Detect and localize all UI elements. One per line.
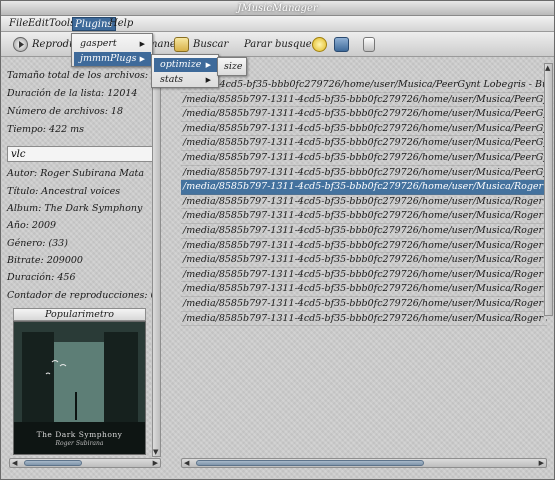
list-item[interactable]: /media/8585b797-1311-4cd5-bf35-bbb0fc279… xyxy=(181,224,547,239)
jmmmplugs-submenu: optimize ▶ stats ▶ xyxy=(151,54,219,88)
file-list: 7-1311-4cd5-bf35-bbb0fc279726/home/user/… xyxy=(181,78,547,458)
folder-search-icon[interactable] xyxy=(174,37,189,52)
album-art-title: The Dark Symphony xyxy=(36,430,123,439)
file-count-label: Número de archivos: 18 xyxy=(7,106,124,117)
menu-help[interactable]: Help xyxy=(107,17,135,31)
menu-item-optimize-label: optimize xyxy=(160,59,202,70)
time-label: Tiempo: 422 ms xyxy=(7,124,85,135)
title-label: Título: Ancestral voices xyxy=(7,186,121,197)
menu-item-gaspert-label: gaspert xyxy=(80,38,117,49)
window-title: JMusicManager xyxy=(1,1,554,16)
album-art-artist: Roger Subirana xyxy=(55,440,104,447)
menu-item-jmmmplugs-label: jmmmPlugs xyxy=(80,53,137,64)
stop-search-button[interactable]: Parar busque... xyxy=(244,36,321,53)
left-vertical-scrollbar[interactable]: ▲ ▼ xyxy=(152,70,161,457)
list-item[interactable]: 7-1311-4cd5-bf35-bbb0fc279726/home/user/… xyxy=(181,78,547,93)
list-item-selected[interactable]: /media/8585b797-1311-4cd5-bf35-bbb0fc279… xyxy=(181,180,547,195)
list-item[interactable]: /media/8585b797-1311-4cd5-bf35-bbb0fc279… xyxy=(181,151,547,166)
menu-item-stats[interactable]: stats ▶ xyxy=(154,73,217,87)
menu-item-size[interactable]: size xyxy=(219,60,245,74)
list-item[interactable]: /media/8585b797-1311-4cd5-bf35-bbb0fc279… xyxy=(181,136,547,151)
right-horizontal-scrollbar[interactable]: ◀ ▶ xyxy=(181,458,547,468)
search-input[interactable] xyxy=(7,146,159,162)
submenu-arrow-icon: ▶ xyxy=(139,55,145,63)
monitor-icon[interactable] xyxy=(334,37,349,52)
popularimetro-header[interactable]: Popularimetro xyxy=(13,308,146,321)
list-item[interactable]: /media/8585b797-1311-4cd5-bf35-bbb0fc279… xyxy=(181,122,547,137)
document-icon[interactable] xyxy=(363,37,375,52)
scroll-down-icon[interactable]: ▼ xyxy=(153,448,158,456)
right-hscroll-thumb[interactable] xyxy=(196,460,424,466)
menu-item-stats-label: stats xyxy=(160,74,184,85)
play-icon[interactable] xyxy=(13,37,28,52)
list-item[interactable]: /media/8585b797-1311-4cd5-bf35-bbb0fc279… xyxy=(181,297,547,312)
menu-item-jmmmplugs[interactable]: jmmmPlugs ▶ xyxy=(74,52,151,66)
submenu-arrow-icon: ▶ xyxy=(139,40,145,48)
right-vertical-scrollbar[interactable]: ▲ xyxy=(544,63,553,316)
main-window: JMusicManager File Edit Tools Plugins He… xyxy=(0,0,555,480)
list-item[interactable]: /media/8585b797-1311-4cd5-bf35-bbb0fc279… xyxy=(181,209,547,224)
optimize-submenu: size xyxy=(217,57,247,76)
duration-label: Duración: 456 xyxy=(7,272,76,283)
sun-icon[interactable] xyxy=(312,37,327,52)
splitter[interactable] xyxy=(168,59,176,471)
list-item[interactable]: /media/8585b797-1311-4cd5-bf35-bbb0fc279… xyxy=(181,239,547,254)
plugins-menu: gaspert ▶ jmmmPlugs ▶ xyxy=(71,33,153,67)
author-label: Autor: Roger Subirana Mata xyxy=(7,168,145,179)
list-item[interactable]: /media/8585b797-1311-4cd5-bf35-bbb0fc279… xyxy=(181,107,547,122)
search-button[interactable]: Buscar xyxy=(193,36,228,53)
bitrate-label: Bitrate: 209000 xyxy=(7,255,83,266)
list-item[interactable]: /media/8585b797-1311-4cd5-bf35-bbb0fc279… xyxy=(181,282,547,297)
menu-item-optimize[interactable]: optimize ▶ xyxy=(154,58,217,72)
list-item[interactable]: /media/8585b797-1311-4cd5-bf35-bbb0fc279… xyxy=(181,312,547,327)
scroll-right-icon[interactable]: ▶ xyxy=(539,459,544,467)
submenu-arrow-icon: ▶ xyxy=(205,76,211,84)
left-horizontal-scrollbar[interactable]: ◀ ▶ xyxy=(9,458,161,468)
year-label: Año: 2009 xyxy=(7,220,57,231)
list-item[interactable]: /media/8585b797-1311-4cd5-bf35-bbb0fc279… xyxy=(181,195,547,210)
list-item[interactable]: /media/8585b797-1311-4cd5-bf35-bbb0fc279… xyxy=(181,268,547,283)
album-label: Album: The Dark Symphony xyxy=(7,203,143,214)
play-count-label: Contador de reproducciones: 0 xyxy=(7,290,157,301)
scroll-left-icon[interactable]: ◀ xyxy=(184,459,189,467)
list-duration-label: Duración de la lista: 12014 xyxy=(7,88,138,99)
left-hscroll-thumb[interactable] xyxy=(24,460,82,466)
list-item[interactable]: /media/8585b797-1311-4cd5-bf35-bbb0fc279… xyxy=(181,166,547,181)
scroll-up-icon[interactable]: ▲ xyxy=(545,64,550,72)
submenu-arrow-icon: ▶ xyxy=(205,61,211,69)
scroll-left-icon[interactable]: ◀ xyxy=(12,459,17,467)
scroll-right-icon[interactable]: ▶ xyxy=(153,459,158,467)
list-item[interactable]: /media/8585b797-1311-4cd5-bf35-bbb0fc279… xyxy=(181,93,547,108)
album-art: The Dark Symphony Roger Subirana xyxy=(13,321,146,455)
list-item[interactable]: /media/8585b797-1311-4cd5-bf35-bbb0fc279… xyxy=(181,253,547,268)
menubar: File Edit Tools Plugins Help xyxy=(1,16,554,32)
menu-item-gaspert[interactable]: gaspert ▶ xyxy=(74,37,151,51)
genre-label: Género: (33) xyxy=(7,238,68,249)
